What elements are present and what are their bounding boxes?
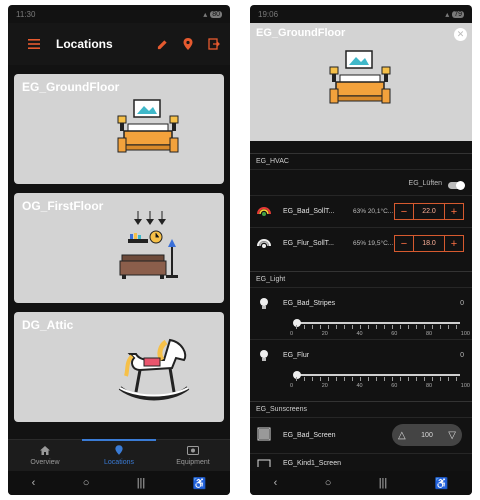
status-time: 19:06 [258,9,279,19]
hvac-toggle-row: EG_Lüften [250,169,472,195]
menu-icon[interactable] [26,36,42,52]
nav-label: Overview [30,458,60,466]
item-meta: 63% 20,1°C... [353,208,394,215]
dimmer-row: EG_Bad_Stripes 0 0 20 40 60 80 100 [250,287,472,339]
setpoint-stepper[interactable]: − 18.0 + [394,235,464,252]
toggle-label: EG_Lüften [408,180,442,187]
section-light: EG_Light [250,271,472,287]
locations-screen: 11:30 ▴ 80 Locations EG_GroundFloor OG_F… [8,5,230,495]
lueften-toggle[interactable] [448,181,465,190]
location-detail-screen: 19:06 ▴ 79 EG_GroundFloor ✕ EG_HVAC EG_L… [250,5,472,495]
thermostat-row: EG_Flur_SollT... 65% 19,5°C... − 18.0 + [250,227,472,259]
location-pin-icon[interactable] [180,36,196,52]
decrement-button[interactable]: − [395,204,413,219]
recents-icon[interactable]: ||| [137,477,146,489]
up-arrow-icon[interactable]: △ [398,430,406,441]
accessibility-icon[interactable]: ♿ [193,477,207,490]
card-label: EG_GroundFloor [22,80,120,94]
signal-icon: ▴ [445,9,450,19]
home-button-icon[interactable]: ○ [325,477,332,489]
setpoint-stepper[interactable]: − 22.0 + [394,203,464,220]
status-bar: 11:30 ▴ 80 [8,5,230,23]
nav-label: Equipment [176,458,210,466]
logout-icon[interactable] [206,36,222,52]
card-label: OG_FirstFloor [22,199,104,213]
dimmer-value: 0 [460,300,464,307]
heating-icon [257,239,271,248]
blind-position: 100 [421,431,433,439]
nav-label: Locations [104,459,134,466]
rocking-horse-icon [118,338,190,401]
window-blind-icon [257,427,271,441]
dimmer-value: 0 [460,352,464,359]
close-icon[interactable]: ✕ [454,28,467,41]
heating-icon [257,207,271,216]
slider-tick-labels: 0 20 40 60 80 100 [290,331,470,337]
system-navigation: ‹ ○ ||| ♿ [250,471,472,495]
bedroom-icon [117,99,179,153]
app-bar: Locations [8,23,230,65]
window-blind-icon [257,459,271,467]
increment-button[interactable]: + [445,204,463,219]
item-name: EG_Flur [283,352,310,359]
home-button-icon[interactable]: ○ [83,477,90,489]
card-label: DG_Attic [22,318,74,332]
setpoint-value: 18.0 [413,236,445,251]
location-title: EG_GroundFloor [256,27,346,39]
section-sunscreens: EG_Sunscreens [250,401,472,417]
item-name: EG_Kind1_Screen [283,460,341,467]
section-hvac: EG_HVAC [250,153,472,169]
screen-row: EG_Kind1_Screen [250,453,472,467]
system-navigation: ‹ ○ ||| ♿ [8,471,230,495]
dimmer-slider[interactable] [293,371,460,379]
location-header: EG_GroundFloor ✕ [250,23,472,141]
item-name: EG_Bad_Stripes [283,300,336,307]
equipment-icon [187,445,199,457]
edit-icon[interactable] [154,36,170,52]
status-time: 11:30 [16,9,36,19]
dimmer-slider[interactable] [293,319,460,327]
back-icon[interactable]: ‹ [274,477,278,489]
nav-equipment[interactable]: Equipment [156,440,230,471]
bottom-navigation: Overview Locations Equipment [8,439,230,471]
item-name: EG_Flur_SollT... [283,240,334,247]
location-pin-icon [115,445,123,457]
lightbulb-icon [260,350,268,361]
down-arrow-icon[interactable]: ▽ [448,430,456,441]
item-name: EG_Bad_Screen [283,432,336,439]
page-title: Locations [56,37,113,51]
location-card-groundfloor[interactable]: EG_GroundFloor [14,74,224,184]
increment-button[interactable]: + [445,236,463,251]
lightbulb-icon [260,298,268,309]
nav-locations[interactable]: Locations [82,439,156,471]
signal-icon: ▴ [203,9,208,19]
living-room-icon [119,211,178,279]
screen-row: EG_Bad_Screen △ 100 ▽ [250,417,472,453]
status-bar: 19:06 ▴ 79 [250,5,472,23]
battery-level: 79 [452,10,464,18]
accessibility-icon[interactable]: ♿ [435,477,449,490]
location-card-firstfloor[interactable]: OG_FirstFloor [14,193,224,303]
nav-overview[interactable]: Overview [8,440,82,471]
home-icon [40,445,50,457]
bedroom-icon [329,50,391,104]
thermostat-row: EG_Bad_SollT... 63% 20,1°C... − 22.0 + [250,195,472,227]
blind-control[interactable]: △ 100 ▽ [392,424,462,446]
back-icon[interactable]: ‹ [32,477,36,489]
dimmer-row: EG_Flur 0 0 20 40 60 80 100 [250,339,472,391]
decrement-button[interactable]: − [395,236,413,251]
setpoint-value: 22.0 [413,204,445,219]
battery-level: 80 [210,10,222,18]
item-meta: 65% 19,5°C... [353,240,394,247]
recents-icon[interactable]: ||| [379,477,388,489]
item-name: EG_Bad_SollT... [283,208,335,215]
location-cards: EG_GroundFloor OG_FirstFloor DG_Attic [8,74,230,422]
location-card-attic[interactable]: DG_Attic [14,312,224,422]
slider-tick-labels: 0 20 40 60 80 100 [290,383,470,389]
